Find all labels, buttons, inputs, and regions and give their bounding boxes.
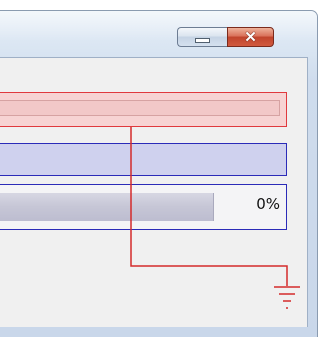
progress-panel: 0%	[0, 184, 287, 230]
close-button[interactable]: ✕	[227, 27, 274, 47]
progress-percent-label: 0%	[256, 195, 280, 213]
minimize-icon	[195, 37, 210, 43]
caption-buttons: ✕	[177, 27, 274, 47]
blue-outlined-panel	[0, 143, 287, 176]
close-icon: ✕	[244, 28, 257, 46]
red-panel-inner-strip	[0, 100, 280, 116]
minimize-button[interactable]	[177, 27, 227, 47]
red-outlined-panel	[0, 92, 287, 127]
progress-bar	[0, 193, 214, 221]
